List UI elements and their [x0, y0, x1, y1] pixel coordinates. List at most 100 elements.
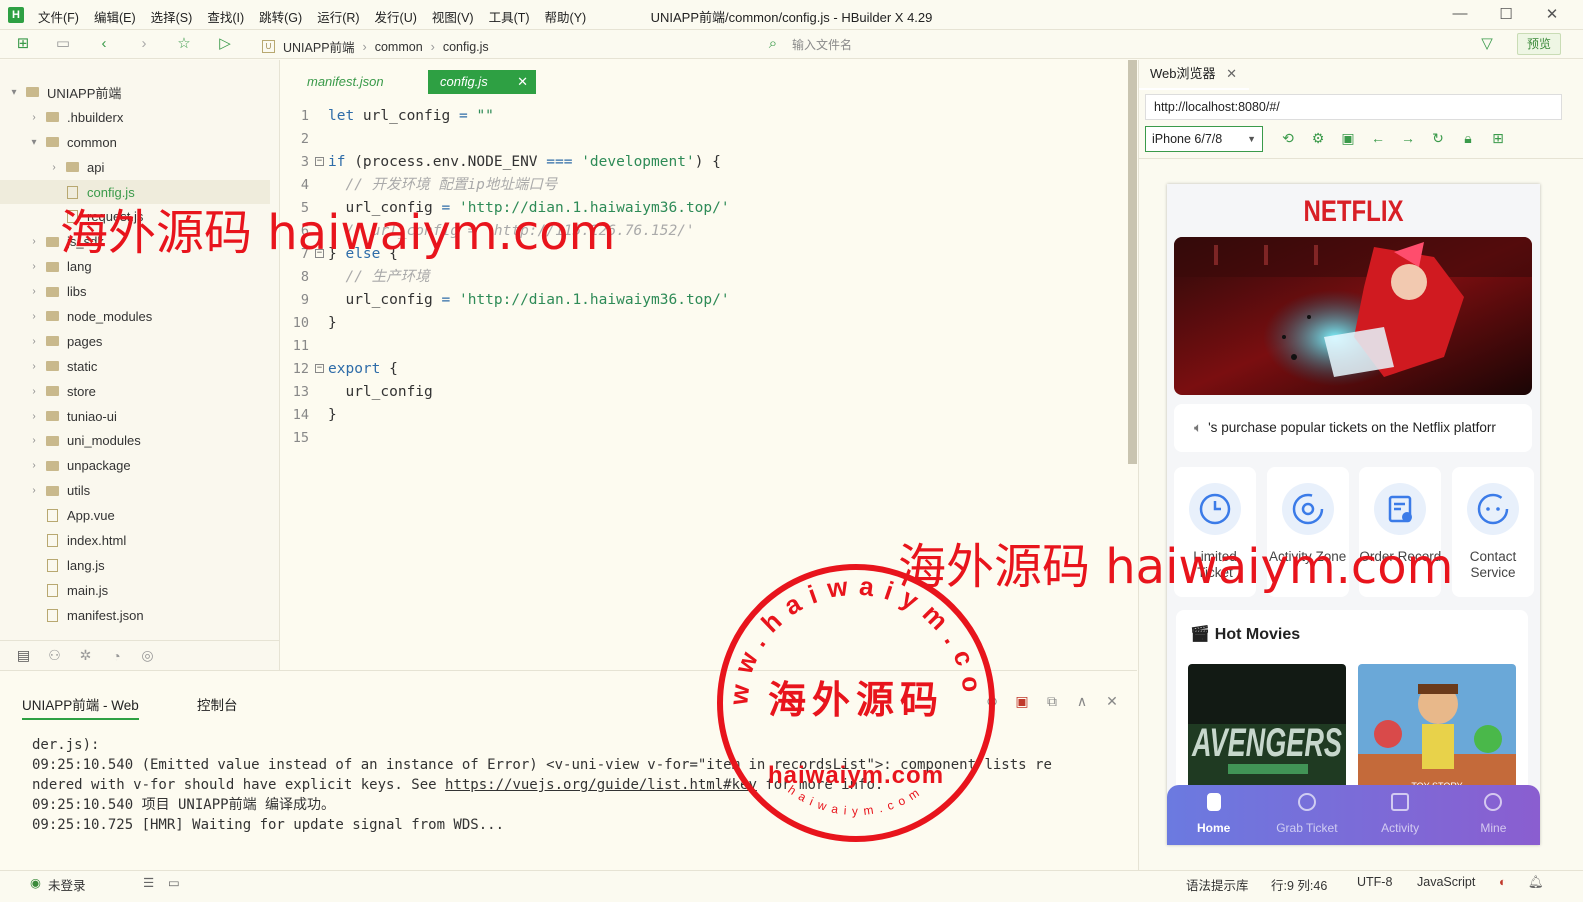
tree-item[interactable]: › lang — [0, 254, 270, 279]
fold-icon[interactable]: − — [315, 249, 324, 258]
chevron-right-icon[interactable]: › — [28, 435, 40, 446]
tree-item[interactable]: › tuniao-ui — [0, 404, 270, 429]
url-field[interactable]: http://localhost:8080/#/ — [1145, 94, 1562, 120]
syntax-hint[interactable]: 语法提示库 — [1186, 875, 1249, 894]
file-search-input[interactable] — [792, 36, 1192, 54]
lock-icon[interactable]: 🔒︎ — [1453, 130, 1483, 147]
tree-item[interactable]: › uni_modules — [0, 428, 270, 453]
editor-scrollbar[interactable] — [1128, 60, 1137, 464]
tree-item[interactable]: › unpackage — [0, 453, 270, 478]
plugin-icon[interactable]: ◎ — [132, 647, 163, 664]
banner-image[interactable] — [1174, 237, 1532, 395]
menu-file[interactable]: 文件(F) — [38, 7, 79, 26]
menu-find[interactable]: 查找(I) — [207, 7, 244, 26]
forward-icon[interactable]: → — [1393, 130, 1423, 147]
tab-mine[interactable]: Mine — [1447, 785, 1540, 845]
close-tab-icon[interactable]: ✕ — [517, 70, 528, 94]
rotate-icon[interactable]: ⟲ — [1273, 130, 1303, 147]
back-icon[interactable]: ‹ — [95, 35, 113, 53]
chevron-right-icon[interactable]: › — [28, 386, 40, 397]
fold-icon[interactable]: − — [315, 157, 324, 166]
tree-item[interactable]: › api — [0, 155, 270, 180]
chevron-right-icon[interactable]: › — [28, 311, 40, 322]
chevron-right-icon[interactable]: › — [48, 162, 60, 173]
login-status[interactable]: 未登录 — [48, 875, 86, 894]
tree-item[interactable]: config.js — [0, 179, 270, 205]
menu-select[interactable]: 选择(S) — [151, 7, 193, 26]
tab-console-web[interactable]: UNIAPP前端 - Web — [22, 694, 139, 720]
qrcode-icon[interactable]: ⊞ — [1483, 130, 1513, 147]
maximize-icon[interactable]: ☐ — [1483, 5, 1529, 23]
git-icon[interactable]: ◔ — [101, 648, 132, 664]
breadcrumb-file[interactable]: config.js — [443, 40, 489, 54]
filter-icon[interactable]: ▽ — [1478, 35, 1496, 53]
console-link[interactable]: https://vuejs.org/guide/list.html#key — [445, 777, 757, 793]
chevron-down-icon[interactable]: ▾ — [8, 87, 20, 98]
close-tab-icon[interactable]: ✕ — [1226, 60, 1237, 88]
cursor-position[interactable]: 行:9 列:46 — [1271, 875, 1327, 894]
bell-icon[interactable]: 🔔︎ — [1528, 875, 1544, 890]
tree-item[interactable]: › libs — [0, 279, 270, 304]
update-icon[interactable]: ◐ — [1499, 875, 1507, 889]
menu-run[interactable]: 运行(R) — [317, 7, 359, 26]
tree-item[interactable]: › utils — [0, 478, 270, 503]
binoculars-icon[interactable]: ⚇ — [39, 647, 70, 664]
chevron-down-icon[interactable]: ▾ — [28, 137, 40, 148]
tab-grab-ticket[interactable]: Grab Ticket — [1260, 785, 1353, 845]
preview-button[interactable]: 预览 — [1517, 33, 1561, 55]
tree-item[interactable]: › js_sdk — [0, 229, 270, 254]
tree-item[interactable]: manifest.json — [0, 603, 270, 628]
tab-home[interactable]: Home — [1167, 785, 1260, 845]
movie-poster[interactable]: TOY STORY — [1358, 664, 1516, 794]
run-icon[interactable]: ▷ — [216, 35, 234, 53]
breadcrumb-folder[interactable]: common — [375, 40, 423, 54]
open-external-icon[interactable]: ⧉ — [1037, 693, 1067, 710]
chevron-right-icon[interactable]: › — [28, 411, 40, 422]
tree-item[interactable]: ▾ UNIAPP前端 — [0, 80, 270, 105]
tab-config-js[interactable]: config.js ✕ — [428, 70, 536, 94]
tab-activity[interactable]: Activity — [1354, 785, 1447, 845]
user-icon[interactable]: ◉ — [30, 875, 41, 890]
contact-service-button[interactable]: Contact Service — [1451, 467, 1534, 597]
back-icon[interactable]: ← — [1363, 130, 1393, 147]
tree-item[interactable]: App.vue — [0, 503, 270, 528]
clear-icon[interactable]: ⊘ — [977, 693, 1007, 710]
tab-manifest-json[interactable]: manifest.json — [295, 70, 396, 94]
tab-console[interactable]: 控制台 — [197, 694, 238, 714]
language-mode[interactable]: JavaScript — [1417, 875, 1475, 889]
menu-goto[interactable]: 跳转(G) — [259, 7, 302, 26]
close-icon[interactable]: ✕ — [1529, 5, 1575, 23]
chevron-up-icon[interactable]: ∧ — [1067, 693, 1097, 710]
chevron-right-icon[interactable]: › — [28, 361, 40, 372]
menu-edit[interactable]: 编辑(E) — [94, 7, 136, 26]
limited-ticket-button[interactable]: Limited Ticket — [1174, 467, 1256, 597]
activity-zone-button[interactable]: Activity Zone — [1266, 467, 1349, 597]
terminal-icon[interactable]: ▭ — [168, 875, 180, 890]
list-icon[interactable]: ☰ — [143, 875, 154, 890]
menu-publish[interactable]: 发行(U) — [375, 7, 417, 26]
stop-icon[interactable]: ▣ — [1007, 693, 1037, 710]
tree-item[interactable]: lang.js — [0, 553, 270, 578]
console-icon[interactable]: ▣ — [1333, 130, 1363, 147]
movie-poster[interactable]: AVENGERS — [1188, 664, 1346, 794]
star-icon[interactable]: ☆ — [175, 35, 193, 53]
order-record-button[interactable]: Order Record — [1359, 467, 1442, 597]
save-icon[interactable]: ▭ — [54, 35, 72, 53]
tree-item[interactable]: › node_modules — [0, 304, 270, 329]
breadcrumb-project[interactable]: UNIAPP前端 — [283, 37, 355, 56]
tree-item[interactable]: main.js — [0, 578, 270, 603]
chevron-right-icon[interactable]: › — [28, 286, 40, 297]
minimize-icon[interactable]: — — [1437, 5, 1483, 23]
close-panel-icon[interactable]: ✕ — [1097, 693, 1127, 710]
bug-icon[interactable]: ✲ — [70, 647, 101, 664]
chevron-right-icon[interactable]: › — [28, 460, 40, 471]
notice-bar[interactable]: 🔈︎ 's purchase popular tickets on the Net… — [1174, 404, 1532, 452]
tree-item[interactable]: › pages — [0, 329, 270, 354]
tree-item[interactable]: › .hbuilderx — [0, 105, 270, 130]
menu-view[interactable]: 视图(V) — [432, 7, 474, 26]
chevron-right-icon[interactable]: › — [28, 336, 40, 347]
tree-item[interactable]: › store — [0, 379, 270, 404]
forward-icon[interactable]: › — [135, 35, 153, 53]
chevron-right-icon[interactable]: › — [28, 485, 40, 496]
refresh-icon[interactable]: ↻ — [1423, 130, 1453, 147]
